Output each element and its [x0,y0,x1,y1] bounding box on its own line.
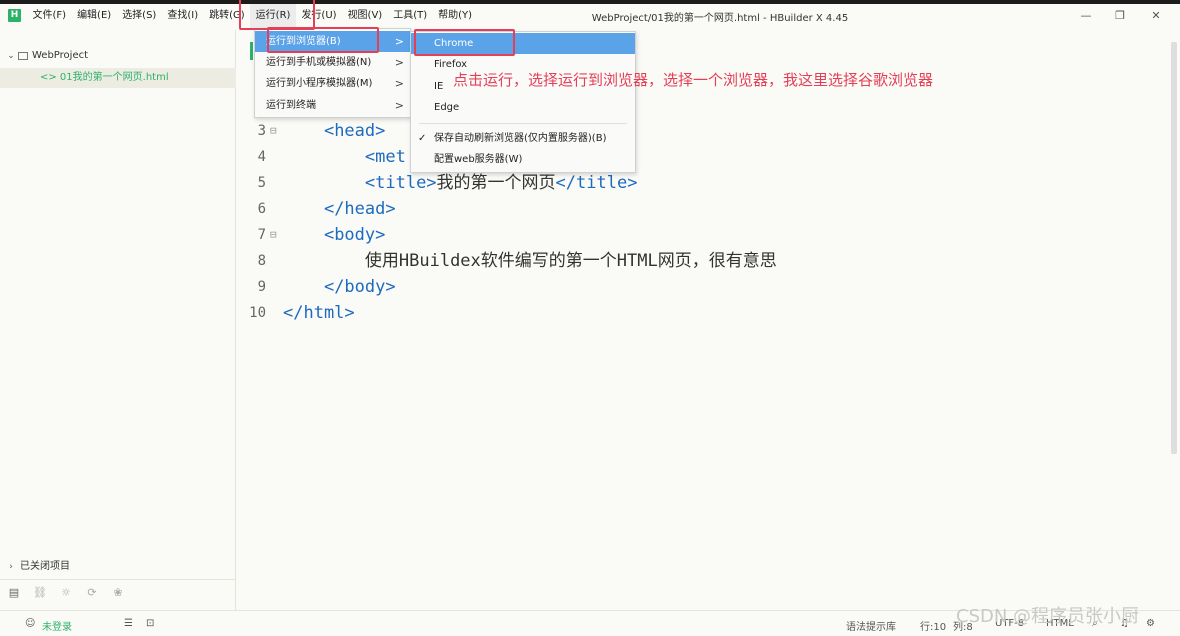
highlight-box-run-to-browser [267,27,379,53]
code-line[interactable]: 5 <title>我的第一个网页</title> [237,170,1157,196]
grammar-library[interactable]: 语法提示库 [846,618,896,633]
menu-tools[interactable]: 工具(T) [388,4,433,28]
tag-close: </title> [555,173,638,193]
close-button[interactable]: ✕ [1146,6,1166,26]
code-line[interactable]: 3 ⊟ <head> [237,118,1157,144]
menu-file[interactable]: 文件(F) [27,4,72,28]
file-name: <> 01我的第一个网页.html [40,72,169,83]
run-to-terminal-item[interactable]: 运行到终端 > [255,95,410,116]
modified-marker [250,42,253,60]
menu-edit[interactable]: 编辑(E) [72,4,117,28]
checkmark-icon: ✓ [418,133,427,144]
code-text: </head> [283,196,396,222]
user-icon: ☺ [25,618,36,629]
watermark: CSDN @程序员张小厨 [956,606,1140,627]
code-line[interactable]: 4 <met [237,144,1157,170]
highlight-box-chrome [414,29,515,56]
code-text: <met [283,144,406,170]
tag-open: <title> [364,173,437,193]
highlight-box-run-menu [239,0,315,30]
tag-open: </body> [323,277,396,297]
chevron-right-icon: > [394,99,404,112]
link-icon[interactable]: ⛓ [32,586,48,599]
sidebar-toolbar: ▤ ⛓ ☼ ⟳ ❀ [0,579,236,605]
line-number: 6 [257,201,266,217]
code-text: <title>我的第一个网页</title> [283,170,638,196]
fold-icon[interactable]: ⊟ [270,222,277,248]
folder-icon [18,52,28,60]
browser-edge[interactable]: Edge [411,97,635,118]
config-web-server-item[interactable]: 配置web服务器(W) [411,149,635,170]
hbuilder-logo-icon: H [8,9,21,22]
code-line[interactable]: 10 </html> [237,300,1157,326]
hbuilder-window: { "menubar": ["文件(F)","编辑(E)","选择(S)","查… [0,0,1180,636]
code-text: </html> [283,300,355,326]
fold-icon[interactable]: ⊟ [270,118,277,144]
code-line[interactable]: 7 ⊟ <body> [237,222,1157,248]
chevron-right-icon: > [394,35,404,48]
terminal-icon[interactable]: ⊡ [146,618,154,629]
plugin-icon[interactable]: ❀ [110,586,126,599]
text-content: 我的第一个网页 [436,173,556,193]
project-node[interactable]: ⌄ WebProject [6,46,88,66]
code-line[interactable]: 8 使用HBuildex软件编写的第一个HTML网页，很有意思 [237,248,1157,274]
tag-open: <met [364,147,406,167]
code-text: <head> [283,118,385,144]
chevron-down-icon: ⌄ [7,51,15,61]
cursor-row: 行:10 [920,622,947,633]
line-number: 8 [257,253,266,269]
sun-icon[interactable]: ☼ [58,586,74,599]
line-number: 5 [257,175,266,191]
menu-separator [419,123,627,124]
title-bar: H 文件(F) 编辑(E) 选择(S) 查找(I) 跳转(G) 运行(R) 发行… [0,0,1180,30]
line-number: 7 [257,227,266,243]
line-number: 10 [249,305,266,321]
annotation-text: 点击运行，选择运行到浏览器，选择一个浏览器，我这里选择谷歌浏览器 [453,71,934,89]
settings-icon[interactable]: ⚙ [1146,618,1155,629]
minimize-button[interactable]: — [1076,6,1096,26]
code-text: 使用HBuildex软件编写的第一个HTML网页，很有意思 [283,248,777,274]
code-text: <body> [283,222,385,248]
scrollbar-thumb[interactable] [1171,42,1177,454]
tag-open: </html> [283,303,355,323]
project-tree-icon[interactable]: ▤ [6,586,22,599]
tag-open: <body> [323,225,386,245]
refresh-icon[interactable]: ⟳ [84,586,100,599]
run-to-miniprogram-item[interactable]: 运行到小程序模拟器(M) > [255,73,410,94]
restore-button[interactable]: ❐ [1110,6,1130,26]
menu-find[interactable]: 查找(I) [162,4,204,28]
chevron-right-icon: > [394,56,404,69]
menu-select[interactable]: 选择(S) [117,4,162,28]
editor-scrollbar[interactable] [1167,30,1180,610]
tag-open: <head> [323,121,386,141]
project-sidebar: ⌄ WebProject <> 01我的第一个网页.html › 已关闭项目 [0,30,236,610]
auto-refresh-item[interactable]: ✓ 保存自动刷新浏览器(仅内置服务器)(B) [411,128,635,149]
run-to-phone-item[interactable]: 运行到手机或模拟器(N) > [255,52,410,73]
code-line[interactable]: 9 </body> [237,274,1157,300]
chevron-right-icon: › [9,562,13,572]
line-number: 3 [257,123,266,139]
text-content: 使用HBuildex软件编写的第一个HTML网页，很有意思 [364,251,777,271]
list-icon[interactable]: ☰ [124,618,133,629]
code-text: </body> [283,274,396,300]
login-status[interactable]: 未登录 [42,618,72,633]
file-node[interactable]: <> 01我的第一个网页.html [0,68,236,88]
window-title: WebProject/01我的第一个网页.html - HBuilder X 4… [591,13,849,24]
code-line[interactable]: 6 </head> [237,196,1157,222]
line-number: 9 [257,279,266,295]
project-name: WebProject [32,50,89,61]
menu-help[interactable]: 帮助(Y) [433,4,478,28]
closed-projects-label: 已关闭项目 [20,561,70,572]
line-number: 4 [257,149,266,165]
closed-projects-node[interactable]: › 已关闭项目 [6,557,70,577]
chevron-right-icon: > [394,77,404,90]
tag-open: </head> [323,199,396,219]
menu-view[interactable]: 视图(V) [342,4,388,28]
